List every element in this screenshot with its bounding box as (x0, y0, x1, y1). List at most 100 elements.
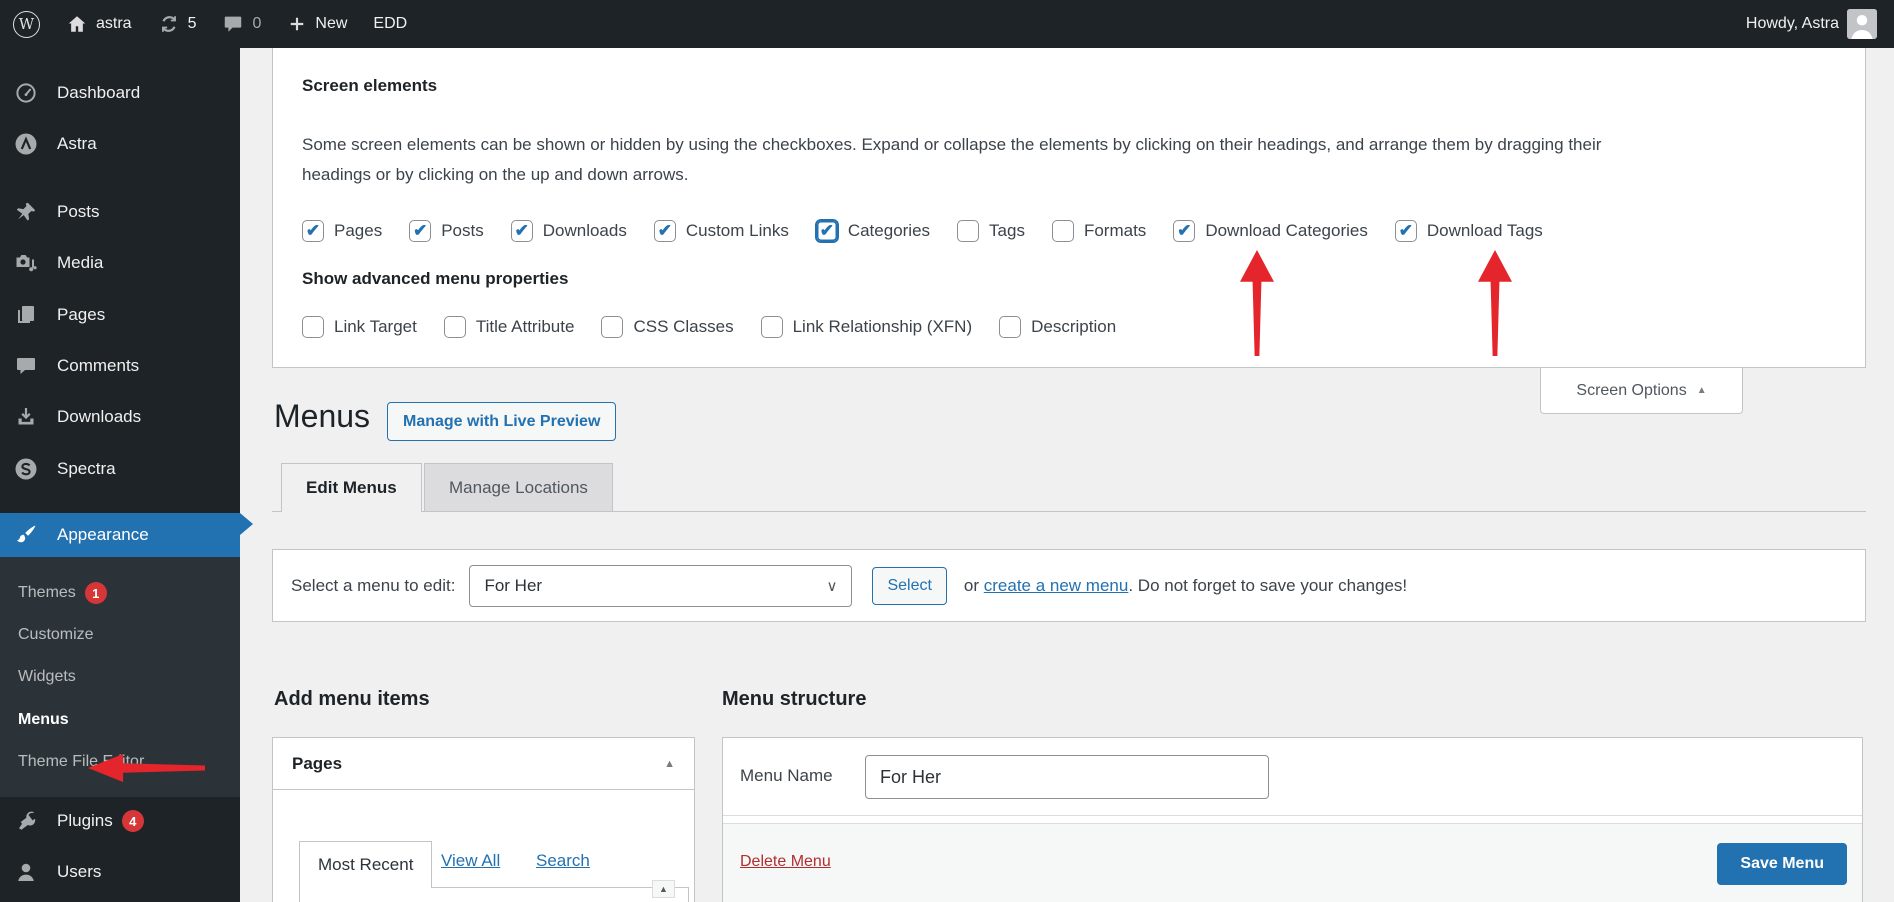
site-link[interactable]: astra (53, 0, 145, 48)
sidebar-subitem-customize[interactable]: Customize (18, 620, 94, 650)
sidebar-item-spectra[interactable]: Spectra (0, 448, 240, 490)
sidebar-item-astra[interactable]: Astra (0, 123, 240, 165)
sidebar-label: Plugins (57, 811, 113, 831)
checkbox-box[interactable] (761, 316, 783, 338)
checkbox-description[interactable]: Description (999, 316, 1116, 338)
checkbox-custom-links[interactable]: Custom Links (654, 220, 789, 242)
updates-link[interactable]: 5 (145, 0, 210, 48)
scroll-up-button[interactable]: ▲ (652, 880, 675, 898)
create-new-menu-link[interactable]: create a new menu (984, 576, 1129, 595)
checkbox-box[interactable] (957, 220, 979, 242)
screen-elements-checkbox-row: Pages Posts Downloads Custom Links Categ… (302, 218, 1543, 244)
pages-accordion: Pages ▲ Most Recent View All Search ▲ (272, 737, 695, 902)
plus-icon (287, 14, 307, 34)
checkbox-pages[interactable]: Pages (302, 220, 382, 242)
checkbox-box[interactable] (816, 220, 838, 242)
checkbox-title-attribute[interactable]: Title Attribute (444, 316, 575, 338)
edd-label: EDD (373, 15, 407, 33)
checkbox-download-categories[interactable]: Download Categories (1173, 220, 1368, 242)
update-icon (158, 13, 180, 35)
new-content-menu[interactable]: New (274, 0, 360, 48)
checkbox-label: Description (1031, 317, 1116, 337)
checkbox-box[interactable] (511, 220, 533, 242)
comments-link[interactable]: 0 (209, 0, 274, 48)
checkbox-label: Download Categories (1205, 221, 1368, 241)
checkbox-label: Formats (1084, 221, 1146, 241)
manage-with-live-preview-button[interactable]: Manage with Live Preview (387, 402, 616, 441)
sidebar-item-media[interactable]: Media (0, 242, 240, 284)
sidebar-item-dashboard[interactable]: Dashboard (0, 72, 240, 114)
checkbox-box[interactable] (302, 220, 324, 242)
tab-search[interactable]: Search (536, 851, 590, 871)
checkbox-box[interactable] (601, 316, 623, 338)
pushpin-icon (14, 200, 38, 224)
sidebar-label: Astra (57, 134, 97, 154)
save-menu-button[interactable]: Save Menu (1717, 843, 1847, 885)
astra-icon (14, 132, 38, 156)
screen-options-tab[interactable]: Screen Options ▲ (1540, 368, 1743, 414)
themes-update-badge: 1 (85, 582, 107, 604)
checkbox-box[interactable] (654, 220, 676, 242)
menu-actions-footer: Delete Menu Save Menu (723, 823, 1862, 902)
selected-menu-value: For Her (484, 576, 542, 596)
sidebar-label: Downloads (57, 407, 141, 427)
sidebar-item-appearance[interactable]: Appearance (0, 513, 240, 557)
site-name: astra (96, 15, 132, 33)
checkbox-box[interactable] (444, 316, 466, 338)
tab-most-recent[interactable]: Most Recent (299, 841, 432, 888)
checkbox-box[interactable] (1052, 220, 1074, 242)
sidebar-subitem-menus[interactable]: Menus (18, 705, 69, 735)
sidebar-subitem-widgets[interactable]: Widgets (18, 662, 76, 692)
checkbox-download-tags[interactable]: Download Tags (1395, 220, 1543, 242)
home-icon (66, 13, 88, 35)
admin-bar: W astra 5 0 N (0, 0, 1894, 48)
menu-select-dropdown[interactable]: For Her ∨ (469, 565, 852, 607)
checkbox-link-relationship[interactable]: Link Relationship (XFN) (761, 316, 973, 338)
checkbox-box[interactable] (302, 316, 324, 338)
checkbox-link-target[interactable]: Link Target (302, 316, 417, 338)
checkbox-categories[interactable]: Categories (816, 220, 930, 242)
sidebar-item-users[interactable]: Users (0, 851, 240, 893)
my-account-menu[interactable]: Howdy, Astra (1733, 0, 1894, 48)
checkbox-label: Download Tags (1427, 221, 1543, 241)
advanced-properties-title: Show advanced menu properties (302, 269, 568, 289)
save-reminder-text: . Do not forget to save your changes! (1128, 576, 1407, 595)
red-arrow-download-tags (1478, 250, 1512, 356)
pages-accordion-header[interactable]: Pages ▲ (273, 738, 694, 790)
sidebar-label: Comments (57, 356, 139, 376)
delete-menu-link[interactable]: Delete Menu (740, 853, 831, 871)
checkbox-posts[interactable]: Posts (409, 220, 484, 242)
checkbox-tags[interactable]: Tags (957, 220, 1025, 242)
checkbox-box[interactable] (1173, 220, 1195, 242)
admin-sidebar: Dashboard Astra Posts Media Pages (0, 48, 240, 902)
sidebar-item-downloads[interactable]: Downloads (0, 396, 240, 438)
subitem-label: Customize (18, 626, 94, 644)
sidebar-item-posts[interactable]: Posts (0, 191, 240, 233)
subitem-label: Menus (18, 711, 69, 729)
collapse-arrow-icon[interactable]: ▲ (664, 758, 675, 770)
tab-edit-menus[interactable]: Edit Menus (281, 463, 422, 512)
sidebar-item-pages[interactable]: Pages (0, 294, 240, 336)
wordpress-menu[interactable]: W (0, 0, 53, 48)
checkbox-formats[interactable]: Formats (1052, 220, 1146, 242)
edd-menu[interactable]: EDD (360, 0, 420, 48)
select-button[interactable]: Select (872, 567, 946, 605)
checkbox-downloads[interactable]: Downloads (511, 220, 627, 242)
comment-bubble-icon (222, 13, 244, 35)
sidebar-item-comments[interactable]: Comments (0, 345, 240, 387)
paintbrush-icon (14, 523, 38, 547)
tab-view-all[interactable]: View All (441, 851, 500, 871)
sidebar-item-plugins[interactable]: Plugins 4 (0, 800, 240, 842)
sidebar-subitem-themes[interactable]: Themes 1 (18, 578, 107, 608)
subitem-label: Widgets (18, 668, 76, 686)
checkbox-box[interactable] (409, 220, 431, 242)
checkbox-box[interactable] (999, 316, 1021, 338)
checkbox-box[interactable] (1395, 220, 1417, 242)
checkbox-css-classes[interactable]: CSS Classes (601, 316, 733, 338)
howdy-text: Howdy, Astra (1746, 15, 1839, 33)
checkbox-label: Tags (989, 221, 1025, 241)
tab-manage-locations[interactable]: Manage Locations (424, 463, 613, 512)
menu-name-input[interactable] (865, 755, 1269, 799)
screen-options-panel: Screen elements Some screen elements can… (272, 48, 1866, 368)
checkbox-label: Downloads (543, 221, 627, 241)
